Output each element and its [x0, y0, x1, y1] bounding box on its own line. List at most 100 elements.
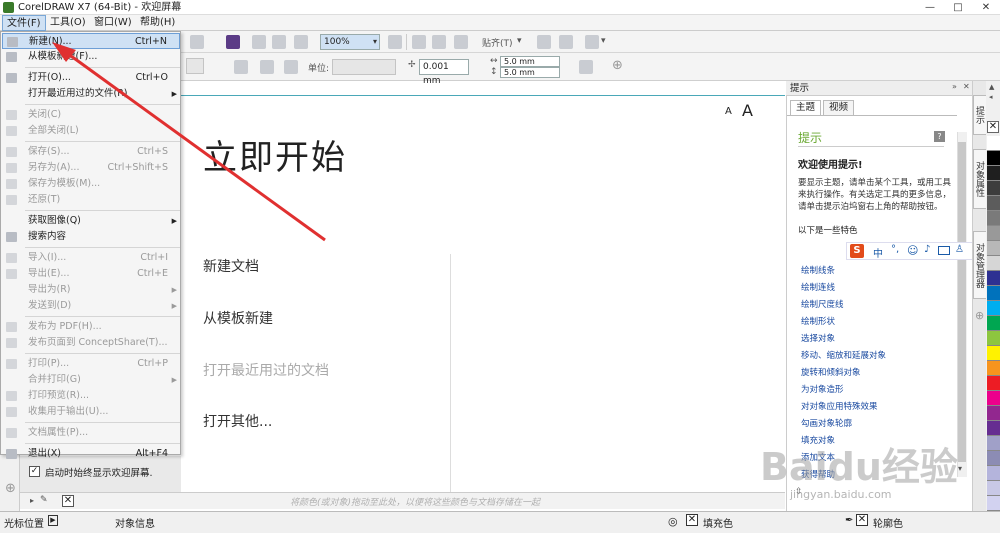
units-select[interactable]: [332, 59, 396, 75]
fill-none-swatch[interactable]: ✕: [686, 514, 698, 526]
file-menu-item[interactable]: search-content-icon 搜索内容: [2, 229, 180, 245]
new-from-template-link[interactable]: 从模板新建: [203, 308, 273, 328]
ime-emoji-icon[interactable]: ☺: [907, 244, 918, 257]
color-swatch[interactable]: [987, 331, 1000, 346]
color-swatch[interactable]: [987, 376, 1000, 391]
palette-flyout-icon[interactable]: ◂: [989, 93, 993, 101]
grid-icon[interactable]: [432, 35, 446, 49]
file-menu-item[interactable]: 获取图像(Q) ▶: [2, 213, 180, 229]
file-menu-item[interactable]: template-icon 从模板新建(F)...: [2, 49, 180, 65]
docker-collapse-icon[interactable]: »: [952, 82, 957, 91]
hint-topic-link[interactable]: 勾画对象轮廓: [801, 417, 852, 429]
nudge-distance-input[interactable]: 0.001 mm: [419, 59, 469, 86]
file-menu-item[interactable]: 打开最近用过的文件(R) ▶: [2, 86, 180, 102]
options-icon[interactable]: [537, 35, 551, 49]
ime-chinese-mode-icon[interactable]: 中: [873, 245, 883, 260]
file-menu-item[interactable]: exit-icon 退出(X) Alt+F4: [2, 446, 180, 462]
no-color-swatch[interactable]: ✕: [987, 121, 999, 133]
import-icon[interactable]: [252, 35, 266, 49]
scroll-down-icon[interactable]: ▾: [958, 464, 962, 473]
hint-topic-link[interactable]: 绘制尺度线: [801, 298, 844, 310]
rulers-icon[interactable]: [412, 35, 426, 49]
fill-tool-icon[interactable]: ◎: [668, 515, 678, 528]
guidelines-icon[interactable]: [454, 35, 468, 49]
vtab-object-manager[interactable]: 对象管理器: [973, 231, 987, 299]
color-swatch[interactable]: [987, 256, 1000, 271]
open-other-link[interactable]: 打开其他...: [203, 411, 272, 431]
full-screen-icon[interactable]: [388, 35, 402, 49]
menu-tools[interactable]: 工具(O): [46, 15, 90, 31]
new-document-link[interactable]: 新建文档: [203, 256, 259, 276]
menu-file[interactable]: 文件(F): [2, 15, 46, 31]
tab-topics[interactable]: 主题: [790, 100, 822, 115]
hint-topic-link[interactable]: 旋转和倾斜对象: [801, 366, 861, 378]
hint-topic-link[interactable]: 移动、缩放和延展对象: [801, 349, 886, 361]
vtab-add-icon[interactable]: ⊕: [975, 309, 984, 322]
help-icon[interactable]: ?: [934, 131, 945, 142]
color-swatch[interactable]: [987, 136, 1000, 151]
font-size-small-button[interactable]: A: [725, 106, 732, 117]
restore-button[interactable]: □: [944, 0, 972, 15]
ime-voice-icon[interactable]: ♪: [924, 244, 930, 255]
color-swatch[interactable]: [987, 406, 1000, 421]
eyedropper-icon[interactable]: ✎: [40, 495, 48, 505]
print-icon[interactable]: [585, 35, 599, 49]
redo-icon[interactable]: [190, 35, 204, 49]
hint-topic-link[interactable]: 对对象应用特殊效果: [801, 400, 878, 412]
color-swatch[interactable]: [987, 496, 1000, 511]
portrait-icon[interactable]: [234, 60, 248, 74]
docker-close-icon[interactable]: ✕: [963, 82, 970, 91]
color-swatch[interactable]: [987, 166, 1000, 181]
color-swatch[interactable]: [987, 391, 1000, 406]
export-icon[interactable]: [272, 35, 286, 49]
color-swatch[interactable]: [987, 286, 1000, 301]
ime-keyboard-icon[interactable]: [938, 246, 950, 255]
application-launcher-icon[interactable]: [559, 35, 573, 49]
color-swatch[interactable]: [987, 481, 1000, 496]
color-swatch[interactable]: [987, 301, 1000, 316]
all-pages-icon[interactable]: [260, 60, 274, 74]
file-menu-item[interactable]: new-doc-icon 新建(N)... Ctrl+N: [2, 33, 180, 49]
duplicate-x-input[interactable]: 5.0 mm: [500, 56, 560, 67]
hint-topic-link[interactable]: 选择对象: [801, 332, 835, 344]
ime-user-icon[interactable]: ♙: [955, 244, 964, 255]
hint-topic-link[interactable]: 绘制线条: [801, 264, 835, 276]
corel-connect-icon[interactable]: [226, 35, 240, 49]
outline-pen-icon[interactable]: ✒: [845, 515, 853, 526]
docpal-no-color-swatch[interactable]: ✕: [62, 495, 74, 507]
hint-topic-link[interactable]: 绘制连线: [801, 281, 835, 293]
status-expand-icon[interactable]: ▶: [48, 515, 58, 526]
color-swatch[interactable]: [987, 346, 1000, 361]
zoom-level-select[interactable]: 100% ▾: [320, 34, 380, 50]
docker-scroll-thumb[interactable]: [958, 142, 966, 462]
palette-scroll-up-icon[interactable]: ▲: [989, 83, 994, 91]
snap-dropdown-icon[interactable]: ▾: [517, 36, 522, 46]
tab-videos[interactable]: 视频: [823, 100, 855, 115]
file-menu-item[interactable]: open-folder-icon 打开(O)... Ctrl+O: [2, 70, 180, 86]
color-swatch[interactable]: [987, 226, 1000, 241]
ime-punctuation-icon[interactable]: °,: [891, 244, 899, 255]
outline-none-swatch[interactable]: ✕: [856, 514, 868, 526]
color-swatch[interactable]: [987, 466, 1000, 481]
startup-checkbox[interactable]: ✓: [29, 466, 40, 477]
sogou-logo-icon[interactable]: S: [850, 244, 864, 258]
hint-topic-link[interactable]: 为对象造形: [801, 383, 844, 395]
print-dropdown-icon[interactable]: ▾: [601, 36, 606, 46]
color-swatch[interactable]: [987, 316, 1000, 331]
menu-help[interactable]: 帮助(H): [136, 15, 179, 31]
vtab-hints[interactable]: 提示: [973, 95, 987, 135]
snap-to-label[interactable]: 贴齐(T): [482, 36, 513, 49]
toolbox-add-icon[interactable]: ⊕: [5, 481, 16, 496]
menu-window[interactable]: 窗口(W): [90, 15, 136, 31]
treat-as-filled-icon[interactable]: [579, 60, 593, 74]
close-button[interactable]: ✕: [972, 0, 1000, 15]
vtab-object-properties[interactable]: 对象属性: [973, 149, 987, 209]
color-swatch[interactable]: [987, 241, 1000, 256]
color-swatch[interactable]: [987, 151, 1000, 166]
color-swatch[interactable]: [987, 421, 1000, 436]
color-swatch[interactable]: [987, 361, 1000, 376]
add-icon[interactable]: ⊕: [612, 58, 623, 73]
color-swatch[interactable]: [987, 211, 1000, 226]
color-swatch[interactable]: [987, 436, 1000, 451]
page-size-spinner[interactable]: [186, 58, 204, 74]
